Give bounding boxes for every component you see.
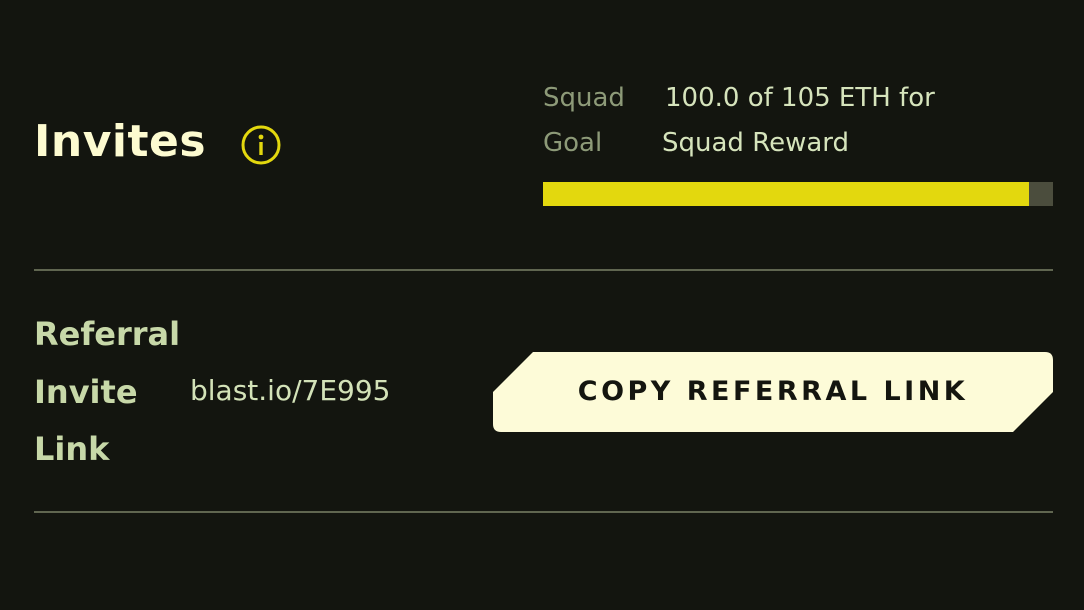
squad-goal-value: 100.0 of 105 ETH for xyxy=(665,83,935,113)
page-title: Invites xyxy=(34,116,207,167)
squad-goal-progress-fill xyxy=(543,182,1029,206)
info-icon[interactable] xyxy=(240,124,282,166)
invites-panel: Invites Squad Goal 100.0 of 105 ETH for … xyxy=(0,0,1084,610)
referral-link-text: blast.io/7E995 xyxy=(190,374,391,407)
referral-label-line3: Link xyxy=(34,430,110,468)
copy-referral-link-label: COPY REFERRAL LINK xyxy=(577,376,969,407)
divider xyxy=(34,511,1053,513)
divider xyxy=(34,269,1053,271)
squad-goal-progress-bar xyxy=(543,182,1053,206)
squad-goal-label: Squad xyxy=(543,83,625,113)
copy-referral-link-button[interactable]: COPY REFERRAL LINK xyxy=(493,352,1053,432)
squad-goal-value-line2: Squad Reward xyxy=(662,128,850,158)
squad-goal-label-line2: Goal xyxy=(543,128,603,158)
referral-label-line2: Invite xyxy=(34,373,138,411)
referral-label: Referral xyxy=(34,315,181,353)
